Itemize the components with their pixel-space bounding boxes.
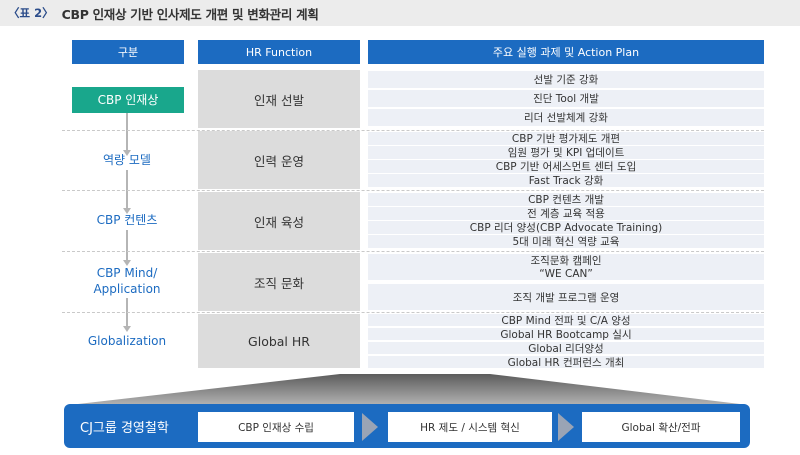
step-arrow-icon xyxy=(362,413,378,441)
step-arrow-icon xyxy=(558,413,574,441)
step-global-expansion: Global 확산/전파 xyxy=(582,412,740,442)
step-hr-system-innovation: HR 제도 / 시스템 혁신 xyxy=(388,412,552,442)
philosophy-label: CJ그룹 경영철학 xyxy=(80,420,169,436)
step-cbp-talent: CBP 인재상 수립 xyxy=(198,412,354,442)
funnel-shape xyxy=(78,374,740,404)
